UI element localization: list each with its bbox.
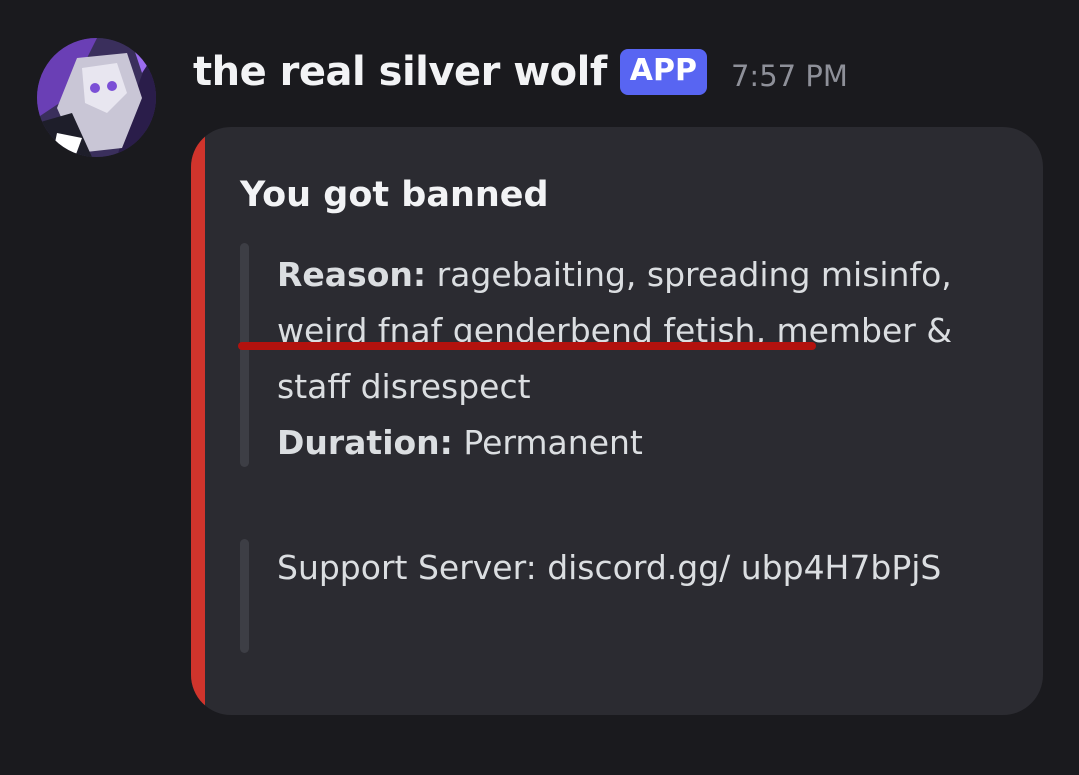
chat-message: the real silver wolf APP 7:57 PM You got… bbox=[0, 0, 1079, 775]
support-server-text[interactable]: Support Server: discord.gg/ ubp4H7bPjS bbox=[277, 540, 997, 653]
ban-details: Reason: ragebaiting, spreading misinfo, … bbox=[277, 247, 997, 467]
embed-accent-bar bbox=[191, 127, 205, 715]
author-name[interactable]: the real silver wolf bbox=[193, 49, 607, 95]
quote-bar bbox=[240, 243, 249, 467]
red-underline-annotation bbox=[238, 342, 816, 350]
quote-bar bbox=[240, 539, 249, 653]
embed-title: You got banned bbox=[240, 175, 549, 215]
avatar[interactable] bbox=[37, 38, 156, 157]
message-header: the real silver wolf APP 7:57 PM bbox=[193, 42, 848, 102]
message-timestamp: 7:57 PM bbox=[730, 59, 848, 93]
app-badge: APP bbox=[619, 49, 707, 95]
reason-label: Reason: bbox=[277, 255, 427, 294]
support-quote: Support Server: discord.gg/ ubp4H7bPjS bbox=[240, 539, 997, 653]
embed-card: You got banned Reason: ragebaiting, spre… bbox=[191, 127, 1043, 715]
duration-label: Duration: bbox=[277, 423, 453, 462]
avatar-icon bbox=[37, 38, 156, 157]
duration-text: Permanent bbox=[463, 423, 643, 462]
ban-details-quote: Reason: ragebaiting, spreading misinfo, … bbox=[240, 243, 997, 467]
